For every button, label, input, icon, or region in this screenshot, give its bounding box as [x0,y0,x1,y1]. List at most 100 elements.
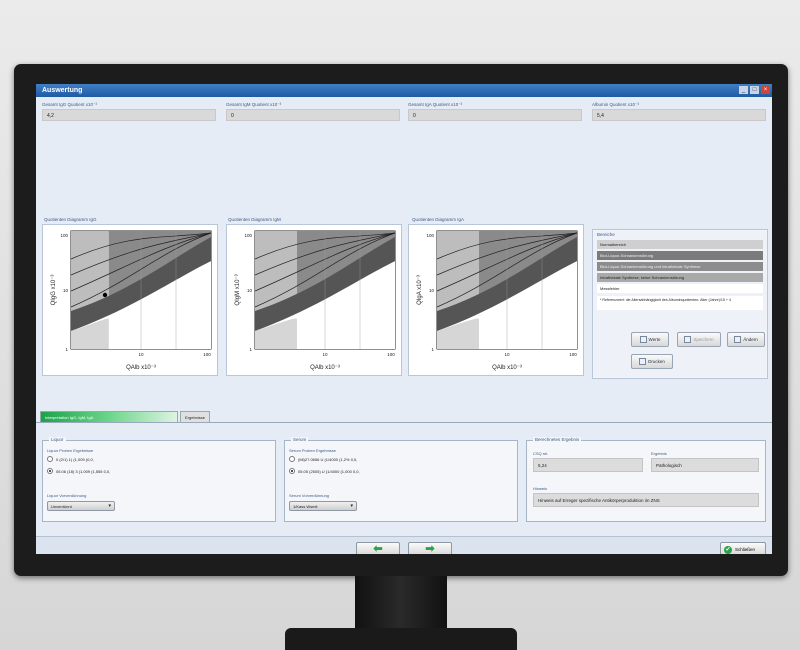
radio-icon [289,456,295,462]
document-icon [639,336,647,343]
iga-quotient-field: 0 [408,109,582,121]
print-icon [639,358,647,365]
monitor-base [285,628,517,650]
window-title: Auswertung [42,87,83,94]
arrow-left-icon: ⬅ [373,543,383,554]
result-barrier-synthesis: Blut-Liquor-Schrankenstörung und intrath… [597,262,763,271]
maximize-button[interactable]: □ [750,86,759,94]
close-window-button[interactable]: × [761,86,770,94]
quotient-diagram-svg: 100 10 1 10 100 QAlb x10⁻³ QIgM x10⁻³ [235,230,396,371]
serum-title: Serum [291,437,309,442]
liquor-dilution-label: Liquor Vorverdünnung [47,493,87,498]
x-tick-label: 10 [322,352,328,357]
window-titlebar: Auswertung _ □ × [36,84,772,97]
serum-radio-1[interactable]: (Mi)27.0656 U (1/4000 (1,2% 0,0, [289,456,357,462]
result-barrier: Blut-Liquor-Schrankenstörung [597,251,763,260]
y-tick-label: 10 [429,288,435,293]
monitor-stand [355,576,447,634]
x-axis-label: QAlb x10⁻³ [492,365,522,371]
y-tick-label: 100 [426,233,434,238]
minimize-button[interactable]: _ [739,86,748,94]
edit-button[interactable]: Ändern [727,332,765,347]
data-point [102,292,108,298]
print-button-label: Drucken [648,359,665,364]
window-content: Gesamt IgG Quotient x10⁻³ 4,2 Gesamt IgM… [36,97,772,554]
liquor-radio-2-label: 05.06 (18) 3 (1,009 (1,555 0,0, [56,468,111,474]
iga-quotient-diagram: 100 10 1 10 100 QAlb x10⁻³ QIgA x10⁻³ [408,224,584,376]
iga-quotient-label: Gesamt IgA Quotient x10⁻³ [408,102,463,107]
serum-radio-2[interactable]: 05.05 (2505) U (1/4000 (1,000 0,0, [289,468,360,474]
y-tick-label: 10 [63,288,69,293]
liquor-dilution-select[interactable]: Unverdünnt ▾ [47,501,115,511]
igm-quotient-label: Gesamt IgM Quotient x10⁻³ [226,102,282,107]
computed-result-group: Berechnetes Ergebnis CSQ rel. 5,24 Ergeb… [526,437,766,522]
y-axis-label: QIgG x10⁻³ [51,275,57,306]
result-synthesis: Intrathekale Synthese, keine Schrankenst… [597,273,763,282]
back-button[interactable]: ⬅ [356,542,400,554]
next-button[interactable]: ➡ [408,542,452,554]
radio-icon [47,456,53,462]
y-axis-label: QIgM x10⁻³ [235,274,241,305]
save-button-label: Speichern [693,337,714,342]
edit-button-label: Ändern [743,337,758,342]
serum-dilution-label: Serum Vorverdünnung [289,493,330,498]
igm-quotient-diagram: 100 10 1 10 100 QAlb x10⁻³ QIgM x10⁻³ [226,224,402,376]
y-tick-label: 100 [244,233,252,238]
comment-label: Hinweis [533,486,548,491]
x-axis-label: QAlb x10⁻³ [126,365,156,371]
computed-title: Berechnetes Ergebnis [533,437,582,442]
save-button[interactable]: Speichern [677,332,721,347]
arrow-right-icon: ➡ [425,543,435,554]
serum-dilution-select[interactable]: 1/Kass Wsmit ▾ [289,501,357,511]
comment-field: Hinweis auf Erreger spezifische Antikörp… [533,493,759,507]
x-axis-label: QAlb x10⁻³ [310,365,340,371]
tab-interpretation[interactable]: Interpretation IgG, IgM, IgA [40,411,178,422]
screen: Auswertung _ □ × Gesamt IgG Quotient x10… [36,84,772,554]
igm-diagram-title: Quotienten Diagramm IgM [228,217,281,222]
save-icon [684,336,692,343]
liquor-radio-1[interactable]: 0 (2/1) 1) (1,009 (0,0, [47,456,94,462]
x-tick-label: 100 [203,352,211,357]
edit-icon [734,336,742,343]
serum-dilution-value: 1/Kass Wsmit [293,504,318,509]
y-tick-label: 100 [60,233,68,238]
igg-quotient-diagram: 100 10 1 10 100 QAlb x10⁻³ QIgG x10⁻³ [42,224,218,376]
print-button[interactable]: Drucken [631,354,673,369]
close-button[interactable]: ✔ Schließen [720,542,766,554]
values-button[interactable]: Werte [631,332,669,347]
ai-value-field: 5,24 [533,458,643,472]
serum-radio-2-label: 05.05 (2505) U (1/4000 (1,000 0,0, [298,468,360,474]
liquor-radio-2[interactable]: 05.06 (18) 3 (1,009 (1,555 0,0, [47,468,110,474]
results-title: Bereiche [597,232,615,237]
liquor-radio-1-label: 0 (2/1) 1) (1,009 (0,0, [56,456,94,462]
quotient-diagram-svg: 100 10 1 10 100 QAlb x10⁻³ QIgA x10⁻³ [417,230,578,371]
y-tick-label: 1 [65,347,68,352]
x-tick-label: 100 [387,352,395,357]
igg-diagram-title: Quotienten Diagramm IgG [44,217,97,222]
y-tick-label: 10 [247,288,253,293]
tab-results[interactable]: Ergebnisse [180,411,211,422]
values-button-label: Werte [648,337,661,342]
chevron-down-icon: ▾ [108,503,111,509]
chevron-down-icon: ▾ [350,503,353,509]
y-axis-label: QIgA x10⁻³ [417,275,423,305]
footer-bar: ⬅ ➡ ✔ Schließen [36,536,772,554]
radio-checked-icon [47,468,53,474]
serum-subtitle: Serum Proben Ergebnisse [289,448,336,453]
serum-radio-1-label: (Mi)27.0656 U (1/4000 (1,2% 0,0, [298,456,358,462]
result-value-field: Pathologisch [651,458,759,472]
igg-quotient-label: Gesamt IgG Quotient x10⁻³ [42,102,97,107]
ai-label: CSQ rel. [533,451,549,456]
x-tick-label: 10 [138,352,144,357]
iga-diagram-title: Quotienten Diagramm IgA [412,217,465,222]
tab-bar: Interpretation IgG, IgM, IgA Ergebnisse [40,411,211,422]
x-tick-label: 100 [569,352,577,357]
result-label: Ergebnis [651,451,667,456]
y-tick-label: 1 [249,347,252,352]
result-error: Messfehler [597,284,763,293]
igm-quotient-field: 0 [226,109,400,121]
liquor-dilution-value: Unverdünnt [51,504,72,509]
liquor-group: Liquor Liquor Proben Ergebnisse 0 (2/1) … [42,437,276,522]
check-icon: ✔ [724,545,732,554]
results-panel: Bereiche Normalbereich Blut-Liquor-Schra… [592,229,768,379]
